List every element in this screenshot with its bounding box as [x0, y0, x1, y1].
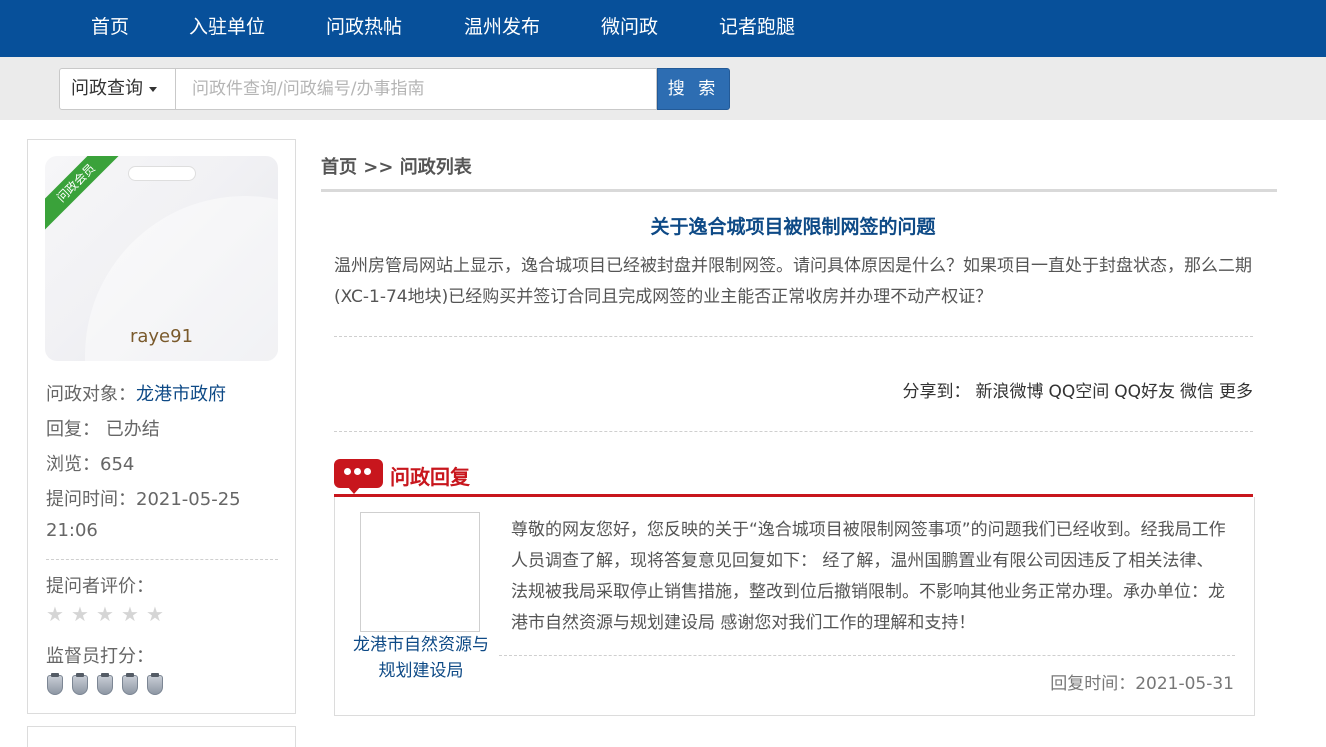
reply-box: 龙港市自然资源与规划建设局 尊敬的网友您好，您反映的关于“逸合城项目被限制网签事… — [334, 497, 1255, 716]
divider — [334, 336, 1253, 337]
asker-rating-label: 提问者评价： — [46, 576, 154, 597]
medal-icon — [47, 673, 63, 695]
nav-item-hot-posts[interactable]: 问政热帖 — [326, 0, 402, 57]
breadcrumb-rule — [321, 189, 1277, 192]
org-avatar[interactable] — [360, 512, 480, 632]
supervisor-score-medals — [47, 673, 172, 697]
medal-icon — [97, 673, 113, 695]
member-ribbon: 问政会员 — [45, 156, 123, 230]
reply-time: 回复时间：2021-05-31 — [1050, 674, 1234, 694]
reply-status: 回复： 已办结 — [46, 419, 160, 440]
breadcrumb-current[interactable]: 问政列表 — [400, 157, 472, 178]
top-nav: 首页 入驻单位 问政热帖 温州发布 微问政 记者跑腿 — [0, 0, 1326, 57]
star-icon[interactable]: ★ — [96, 604, 116, 624]
nav-item-wenzhou-release[interactable]: 温州发布 — [464, 0, 540, 57]
ask-time-clock: 21:06 — [46, 520, 98, 541]
search-button[interactable]: 搜 索 — [657, 68, 730, 110]
star-icon[interactable]: ★ — [121, 604, 141, 624]
view-count: 浏览：654 — [46, 454, 135, 475]
inquiry-target-link[interactable]: 龙港市政府 — [136, 384, 226, 405]
search-input[interactable] — [176, 68, 657, 110]
ask-time: 提问时间：2021-05-25 — [46, 489, 241, 510]
divider — [499, 655, 1235, 656]
medal-icon — [72, 673, 88, 695]
nav-item-home[interactable]: 首页 — [91, 0, 129, 57]
medal-icon — [122, 673, 138, 695]
inquiry-target: 问政对象：龙港市政府 — [46, 384, 226, 405]
share-more-link[interactable]: 更多 — [1219, 382, 1253, 402]
username: raye91 — [129, 326, 194, 347]
nav-item-micro-inquiry[interactable]: 微问政 — [601, 0, 658, 57]
share-qzone-link[interactable]: QQ空间 — [1048, 382, 1109, 402]
star-icon[interactable]: ★ — [146, 604, 166, 624]
search-type-label: 问政查询 — [71, 78, 143, 99]
share-bar: 分享到： 新浪微博 QQ空间 QQ好友 微信 更多 — [902, 377, 1253, 402]
divider — [334, 431, 1253, 432]
medal-icon — [147, 673, 163, 695]
breadcrumb: 首页 >> 问政列表 — [321, 153, 472, 179]
member-card: 问政会员 raye91 — [45, 156, 278, 361]
supervisor-score-label: 监督员打分： — [46, 646, 154, 667]
breadcrumb-home[interactable]: 首页 — [321, 157, 357, 178]
chat-bubble-icon — [334, 459, 383, 494]
divider — [46, 559, 278, 560]
asker-rating-stars: ★ ★ ★ ★ ★ — [46, 604, 171, 626]
share-label: 分享到： — [902, 382, 971, 402]
question-body: 温州房管局网站上显示，逸合城项目已经被封盘并限制网签。请问具体原因是什么？如果项… — [334, 256, 1252, 307]
org-name-link[interactable]: 龙港市自然资源与规划建设局 — [353, 632, 489, 684]
caret-down-icon — [149, 86, 157, 92]
asker-profile-panel: 问政会员 raye91 问政对象：龙港市政府 回复： 已办结 浏览：654 提问… — [27, 139, 296, 714]
star-icon[interactable]: ★ — [46, 604, 66, 624]
nav-item-reporter-errand[interactable]: 记者跑腿 — [719, 0, 795, 57]
star-icon[interactable]: ★ — [71, 604, 91, 624]
breadcrumb-separator: >> — [357, 157, 400, 178]
question-title: 关于逸合城项目被限制网签的问题 — [650, 216, 936, 238]
search-bar: 问政查询 搜 索 — [0, 57, 1326, 120]
nav-item-units[interactable]: 入驻单位 — [189, 0, 265, 57]
reply-text: 尊敬的网友您好，您反映的关于“逸合城项目被限制网签事项”的问题我们已经收到。经我… — [511, 520, 1226, 633]
share-qq-friend-link[interactable]: QQ好友 — [1114, 382, 1175, 402]
reply-heading: 问政回复 — [390, 465, 470, 489]
secondary-panel — [27, 726, 296, 747]
search-type-dropdown[interactable]: 问政查询 — [59, 68, 176, 110]
share-wechat-link[interactable]: 微信 — [1180, 382, 1214, 402]
card-slot — [128, 166, 196, 181]
share-weibo-link[interactable]: 新浪微博 — [975, 382, 1043, 402]
